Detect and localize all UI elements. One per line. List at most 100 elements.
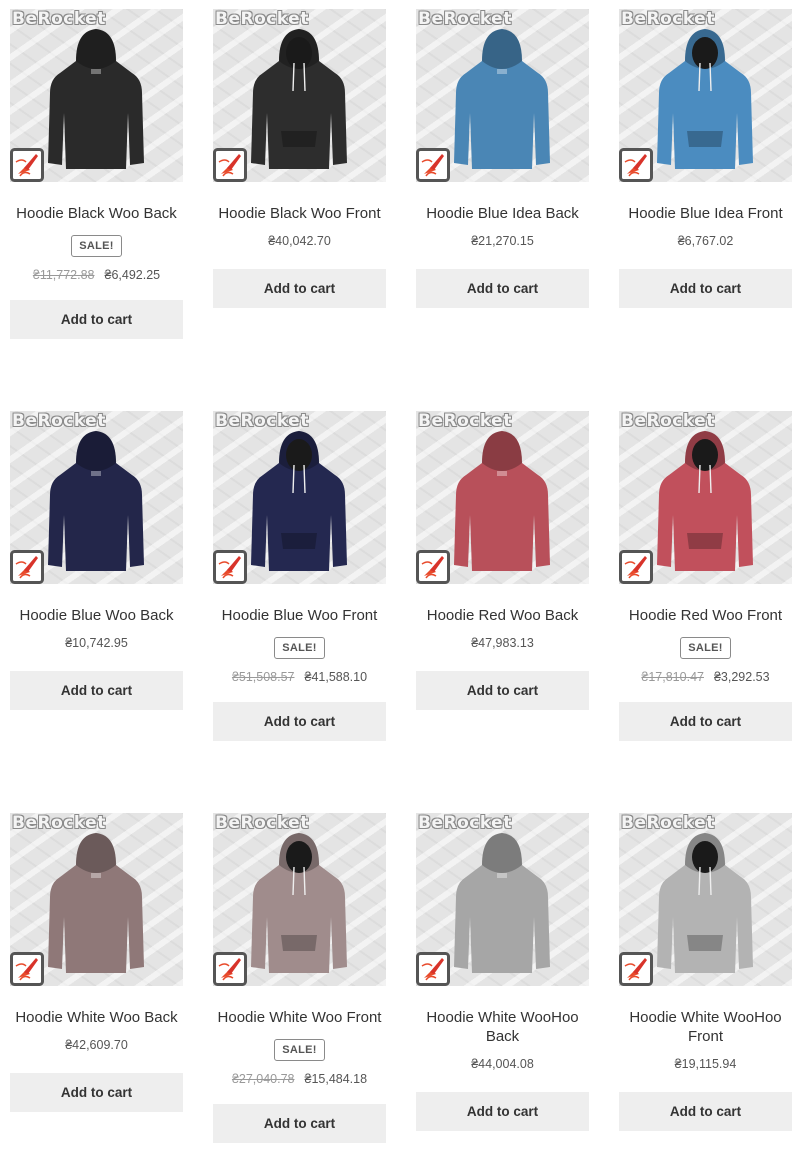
price: ₴40,042.70: [268, 234, 331, 248]
old-price: ₴51,508.57: [231, 670, 295, 684]
product-card: BeRocket Hoodie Blue Idea Front ₴6,767.02 A…: [619, 9, 792, 308]
add-to-cart-button[interactable]: Add to cart: [619, 269, 792, 308]
product-card: BeRocket Hoodie White WooHoo Front ₴19,115…: [619, 813, 792, 1131]
watermark-text: BeRocket: [621, 411, 715, 431]
sale-price: ₴41,588.10: [304, 670, 368, 684]
hoodie-image: [251, 833, 347, 973]
product-title[interactable]: Hoodie Red Woo Front: [619, 606, 792, 625]
hoodie-image: [454, 29, 550, 169]
product-card: BeRocket Hoodie White Woo Back ₴42,609.70 A…: [10, 813, 183, 1112]
product-image[interactable]: BeRocket: [619, 411, 792, 584]
product-title[interactable]: Hoodie Black Woo Front: [213, 204, 386, 223]
price: ₴44,004.08: [471, 1057, 534, 1071]
product-card: BeRocket Hoodie Black Woo Back SALE! ₴11,77…: [10, 9, 183, 339]
hoodie-image: [48, 29, 144, 169]
product-price: ₴6,767.02: [619, 234, 792, 248]
add-to-cart-button[interactable]: Add to cart: [213, 702, 386, 741]
product-card: BeRocket Hoodie Blue Woo Front SALE! ₴51,50…: [213, 411, 386, 741]
product-card: BeRocket Hoodie Black Woo Front ₴40,042.70…: [213, 9, 386, 308]
rocket-badge-icon: [213, 952, 247, 986]
old-price: ₴11,772.88: [32, 268, 95, 282]
watermark-text: BeRocket: [418, 411, 512, 431]
hoodie-image: [454, 833, 550, 973]
hoodie-image: [657, 833, 753, 973]
product-title[interactable]: Hoodie White WooHoo Front: [619, 1008, 792, 1046]
watermark-text: BeRocket: [12, 411, 106, 431]
rocket-badge-icon: [10, 148, 44, 182]
product-image[interactable]: BeRocket: [416, 411, 589, 584]
product-price: ₴10,742.95: [10, 636, 183, 650]
watermark-text: BeRocket: [215, 411, 309, 431]
add-to-cart-button[interactable]: Add to cart: [619, 702, 792, 741]
product-price: ₴44,004.08: [416, 1057, 589, 1071]
price: ₴19,115.94: [674, 1057, 737, 1071]
price: ₴6,767.02: [677, 234, 734, 248]
add-to-cart-button[interactable]: Add to cart: [213, 1104, 386, 1143]
add-to-cart-button[interactable]: Add to cart: [10, 1073, 183, 1112]
watermark-text: BeRocket: [418, 9, 512, 29]
product-image[interactable]: BeRocket: [619, 813, 792, 986]
product-image[interactable]: BeRocket: [416, 9, 589, 182]
product-image[interactable]: BeRocket: [619, 9, 792, 182]
sale-price: ₴3,292.53: [713, 670, 770, 684]
hoodie-image: [657, 29, 753, 169]
product-price: ₴17,810.47 ₴3,292.53: [619, 670, 792, 684]
product-price: ₴19,115.94: [619, 1057, 792, 1071]
product-image[interactable]: BeRocket: [10, 411, 183, 584]
rocket-badge-icon: [10, 550, 44, 584]
product-title[interactable]: Hoodie Blue Woo Back: [10, 606, 183, 625]
price: ₴10,742.95: [65, 636, 128, 650]
add-to-cart-button[interactable]: Add to cart: [10, 300, 183, 339]
add-to-cart-button[interactable]: Add to cart: [416, 269, 589, 308]
product-price: ₴47,983.13: [416, 636, 589, 650]
rocket-badge-icon: [619, 550, 653, 584]
sale-price: ₴6,492.25: [104, 268, 161, 282]
product-title[interactable]: Hoodie White WooHoo Back: [416, 1008, 589, 1046]
product-title[interactable]: Hoodie White Woo Front: [213, 1008, 386, 1027]
product-title[interactable]: Hoodie Red Woo Back: [416, 606, 589, 625]
hoodie-image: [454, 431, 550, 571]
hoodie-image: [657, 431, 753, 571]
hoodie-image: [48, 833, 144, 973]
product-image[interactable]: BeRocket: [213, 9, 386, 182]
add-to-cart-button[interactable]: Add to cart: [10, 671, 183, 710]
watermark-text: BeRocket: [418, 813, 512, 833]
add-to-cart-button[interactable]: Add to cart: [416, 1092, 589, 1131]
watermark-text: BeRocket: [215, 9, 309, 29]
price: ₴42,609.70: [65, 1038, 128, 1052]
product-title[interactable]: Hoodie Blue Idea Back: [416, 204, 589, 223]
product-price: ₴11,772.88 ₴6,492.25: [10, 268, 183, 282]
rocket-badge-icon: [416, 952, 450, 986]
old-price: ₴27,040.78: [231, 1072, 295, 1086]
product-image[interactable]: BeRocket: [213, 411, 386, 584]
product-image[interactable]: BeRocket: [416, 813, 589, 986]
product-title[interactable]: Hoodie Blue Woo Front: [213, 606, 386, 625]
product-image[interactable]: BeRocket: [10, 9, 183, 182]
watermark-text: BeRocket: [12, 813, 106, 833]
product-image[interactable]: BeRocket: [213, 813, 386, 986]
sale-badge: SALE!: [680, 637, 731, 659]
product-price: ₴21,270.15: [416, 234, 589, 248]
product-title[interactable]: Hoodie White Woo Back: [10, 1008, 183, 1027]
sale-badge: SALE!: [71, 235, 122, 257]
add-to-cart-button[interactable]: Add to cart: [213, 269, 386, 308]
watermark-text: BeRocket: [12, 9, 106, 29]
product-card: BeRocket Hoodie Blue Woo Back ₴10,742.95 Ad…: [10, 411, 183, 710]
rocket-badge-icon: [619, 148, 653, 182]
product-image[interactable]: BeRocket: [10, 813, 183, 986]
rocket-badge-icon: [213, 148, 247, 182]
sale-badge: SALE!: [274, 637, 325, 659]
hoodie-image: [251, 431, 347, 571]
add-to-cart-button[interactable]: Add to cart: [619, 1092, 792, 1131]
sale-price: ₴15,484.18: [304, 1072, 368, 1086]
watermark-text: BeRocket: [621, 9, 715, 29]
product-title[interactable]: Hoodie Blue Idea Front: [619, 204, 792, 223]
product-price: ₴51,508.57 ₴41,588.10: [213, 670, 386, 684]
rocket-badge-icon: [416, 550, 450, 584]
product-title[interactable]: Hoodie Black Woo Back: [10, 204, 183, 223]
hoodie-image: [48, 431, 144, 571]
price: ₴21,270.15: [471, 234, 534, 248]
add-to-cart-button[interactable]: Add to cart: [416, 671, 589, 710]
rocket-badge-icon: [619, 952, 653, 986]
rocket-badge-icon: [416, 148, 450, 182]
